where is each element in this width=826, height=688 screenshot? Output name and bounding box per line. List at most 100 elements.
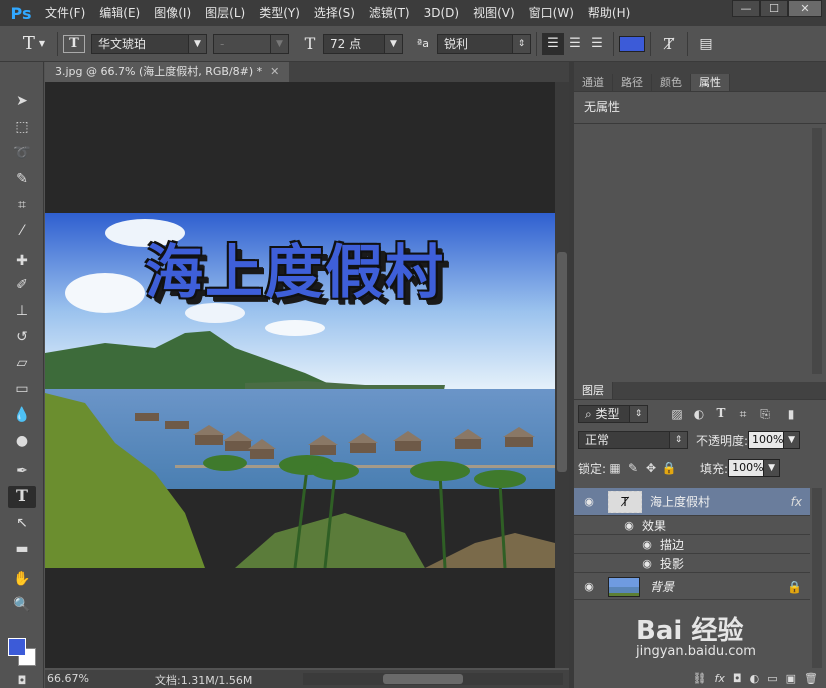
close-button[interactable]: ✕ [788, 0, 822, 17]
marquee-tool-icon[interactable]: ⬚ [8, 116, 36, 138]
character-panel-icon[interactable]: ▤ [693, 33, 719, 55]
eye-icon[interactable]: ◉ [622, 519, 636, 532]
image-filter-icon[interactable]: ▨ [668, 406, 686, 422]
separator [536, 31, 537, 56]
zoom-level[interactable]: 66.67% [47, 672, 89, 685]
tab-properties[interactable]: 属性 [691, 74, 730, 91]
eyedropper-tool-icon[interactable]: ⁄ [8, 220, 36, 242]
no-properties-text: 无属性 [574, 92, 826, 124]
gradient-tool-icon[interactable]: ▭ [8, 378, 36, 400]
type-filter-icon[interactable]: T [712, 406, 730, 422]
effect-name: 投影 [660, 556, 685, 571]
blend-mode-select[interactable]: 正常 ⇕ [578, 431, 688, 449]
eye-icon[interactable]: ◉ [640, 557, 654, 570]
minimize-button[interactable]: — [732, 0, 760, 17]
lasso-tool-icon[interactable]: ➰ [8, 142, 36, 164]
chevron-down-icon[interactable]: ▼ [783, 432, 800, 448]
layer-text[interactable]: ◉ Ⱦ 海上度假村 fx [574, 488, 810, 516]
font-style-value: - [220, 36, 225, 51]
effect-name: 描边 [660, 537, 685, 552]
layer-effects-row[interactable]: ◉ 效果 [574, 516, 810, 535]
foreground-color-swatch[interactable] [8, 638, 26, 656]
document-size-info[interactable]: 文档:1.31M/1.56M [155, 672, 252, 688]
tools-panel: ➤ ⬚ ➰ ✎ ⌗ ⁄ ✚ ✐ ⊥ ↺ ▱ ▭ 💧 ● ✒ T ↖ ▬ ✋ 🔍 … [0, 62, 44, 688]
align-center-icon[interactable]: ☰ [564, 33, 586, 55]
path-select-tool-icon[interactable]: ↖ [8, 512, 36, 534]
close-icon[interactable]: ✕ [270, 65, 279, 78]
eye-icon[interactable]: ◉ [640, 538, 654, 551]
lock-position-icon[interactable]: ✥ [642, 460, 660, 476]
menu-window[interactable]: 窗口(W) [522, 0, 581, 26]
document-tab[interactable]: 3.jpg @ 66.7% (海上度假村, RGB/8#) * ✕ [45, 62, 290, 82]
layer-effect-shadow[interactable]: ◉ 投影 [574, 554, 810, 573]
restore-button[interactable]: ☐ [760, 0, 788, 17]
horizontal-scrollbar[interactable] [303, 673, 563, 685]
menu-3d[interactable]: 3D(D) [417, 0, 466, 26]
font-size-select[interactable]: 72 点 ▼ [323, 33, 403, 54]
quick-mask-icon[interactable]: ◘ [8, 670, 36, 688]
document-image[interactable]: 海上度假村 [45, 213, 555, 568]
menu-edit[interactable]: 编辑(E) [92, 0, 147, 26]
pen-tool-icon[interactable]: ✒ [8, 460, 36, 482]
lock-all-icon[interactable]: 🔒 [660, 460, 678, 476]
menu-select[interactable]: 选择(S) [307, 0, 362, 26]
text-tool-preset-icon[interactable]: T ▼ [16, 33, 52, 55]
smart-object-filter-icon[interactable]: ⎘ [756, 406, 774, 422]
chevron-down-icon[interactable]: ▼ [763, 460, 780, 476]
align-right-icon[interactable]: ☰ [586, 33, 608, 55]
menu-filter[interactable]: 滤镜(T) [362, 0, 417, 26]
text-color-swatch[interactable] [619, 35, 645, 52]
warp-text-icon[interactable]: Ⱦ [656, 33, 682, 55]
tab-color[interactable]: 颜色 [652, 74, 691, 91]
fill-field[interactable]: 100% ▼ [728, 459, 781, 477]
text-orientation-icon[interactable]: T [63, 34, 85, 53]
fx-icon[interactable]: fx [791, 495, 802, 509]
tab-paths[interactable]: 路径 [613, 74, 652, 91]
healing-brush-tool-icon[interactable]: ✚ [8, 250, 36, 272]
headline-text[interactable]: 海上度假村 [145, 225, 445, 309]
shape-tool-icon[interactable]: ▬ [8, 538, 36, 560]
tab-channels[interactable]: 通道 [574, 74, 613, 91]
type-tool-icon[interactable]: T [8, 486, 36, 508]
lock-transparent-icon[interactable]: ▦ [606, 460, 624, 476]
lock-label: 锁定: [578, 461, 607, 476]
zoom-tool-icon[interactable]: 🔍 [8, 594, 36, 616]
font-family-select[interactable]: 华文琥珀 ▼ [91, 33, 207, 54]
eye-icon[interactable]: ◉ [582, 580, 596, 593]
crop-tool-icon[interactable]: ⌗ [8, 194, 36, 216]
menu-layer[interactable]: 图层(L) [198, 0, 252, 26]
blur-tool-icon[interactable]: 💧 [8, 404, 36, 426]
vertical-scroll-thumb[interactable] [557, 252, 567, 472]
font-style-select[interactable]: - ▼ [213, 33, 289, 54]
history-brush-tool-icon[interactable]: ↺ [8, 326, 36, 348]
quick-select-tool-icon[interactable]: ✎ [8, 168, 36, 190]
menu-file[interactable]: 文件(F) [38, 0, 92, 26]
stamp-tool-icon[interactable]: ⊥ [8, 300, 36, 322]
brush-tool-icon[interactable]: ✐ [8, 274, 36, 296]
antialias-select[interactable]: 锐利 ⇕ [437, 33, 531, 54]
hand-tool-icon[interactable]: ✋ [8, 568, 36, 590]
eye-icon[interactable]: ◉ [582, 495, 596, 508]
layer-effect-stroke[interactable]: ◉ 描边 [574, 535, 810, 554]
horizontal-scroll-thumb[interactable] [383, 674, 463, 684]
adjustment-filter-icon[interactable]: ◐ [690, 406, 708, 422]
menu-view[interactable]: 视图(V) [466, 0, 522, 26]
filter-toggle-icon[interactable]: ▮ [782, 406, 800, 422]
align-left-icon[interactable]: ☰ [542, 32, 564, 55]
opacity-field[interactable]: 100% ▼ [748, 431, 801, 449]
layer-background[interactable]: ◉ 背景 🔒 [574, 574, 810, 600]
properties-scrollbar[interactable] [812, 128, 822, 374]
menu-help[interactable]: 帮助(H) [581, 0, 637, 26]
menu-image[interactable]: 图像(I) [147, 0, 198, 26]
shape-filter-icon[interactable]: ⌗ [734, 406, 752, 422]
dodge-tool-icon[interactable]: ● [8, 430, 36, 452]
layer-filter-select[interactable]: ⌕ 类型 ⇕ [578, 405, 648, 423]
vertical-scrollbar[interactable] [555, 82, 569, 668]
tab-layers[interactable]: 图层 [574, 382, 613, 399]
lock-pixels-icon[interactable]: ✎ [624, 460, 642, 476]
move-tool-icon[interactable]: ➤ [8, 90, 36, 112]
antialias-icon: ªa [409, 33, 437, 55]
eraser-tool-icon[interactable]: ▱ [8, 352, 36, 374]
photoshop-logo: Ps [10, 3, 32, 23]
menu-type[interactable]: 类型(Y) [252, 0, 307, 26]
